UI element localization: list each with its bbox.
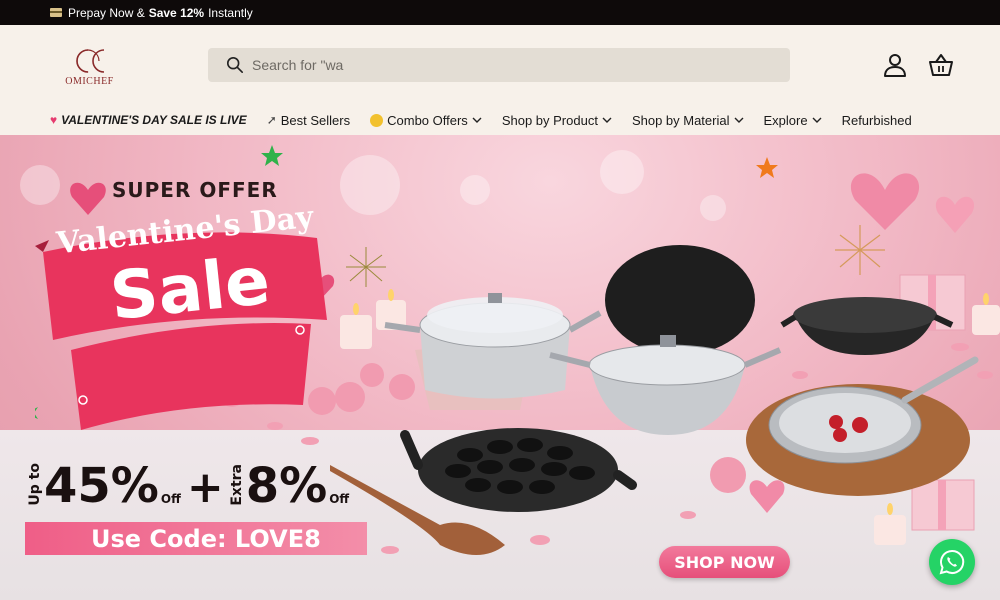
coupon-code: LOVE8 xyxy=(234,524,321,553)
search-bar[interactable] xyxy=(208,48,790,82)
nav-valentines-sale[interactable]: ♥ VALENTINE'S DAY SALE IS LIVE xyxy=(50,113,247,127)
site-header: OMICHEF xyxy=(0,25,1000,105)
extra-text: Extra xyxy=(228,464,245,506)
hero-banner[interactable]: SUPER OFFER Valentine's Day Sale Up to 4… xyxy=(0,135,1000,600)
chevron-down-icon xyxy=(602,117,612,123)
announcement-prefix: Prepay Now & xyxy=(68,5,145,20)
discount-headline: Up to 45% Off + Extra 8% Off xyxy=(27,450,350,514)
super-offer-text: SUPER OFFER xyxy=(112,178,278,202)
nav-best-sellers[interactable]: ➚ Best Sellers xyxy=(267,113,350,128)
coupon-prefix: Use Code: xyxy=(91,524,227,553)
rocket-icon: ➚ xyxy=(266,113,277,127)
nav-explore[interactable]: Explore xyxy=(764,113,822,128)
kadai-product xyxy=(549,335,782,435)
brand-logo[interactable]: OMICHEF xyxy=(62,44,117,92)
appe-pan-product xyxy=(400,428,637,512)
whatsapp-chat-button[interactable] xyxy=(929,539,975,585)
tawa-product xyxy=(605,245,755,355)
nav-label: Explore xyxy=(763,112,808,128)
credit-card-icon xyxy=(50,8,62,17)
nav-label: Shop by Material xyxy=(631,112,730,128)
nav-label: Best Sellers xyxy=(280,112,351,128)
main-nav: ♥ VALENTINE'S DAY SALE IS LIVE ➚ Best Se… xyxy=(0,105,1000,135)
logo-mark-icon xyxy=(75,49,104,73)
logo-text: OMICHEF xyxy=(65,76,114,87)
star-icon xyxy=(756,157,778,178)
announcement-bar: Prepay Now & Save 12% Instantly xyxy=(0,0,1000,25)
nav-label: VALENTINE'S DAY SALE IS LIVE xyxy=(61,113,247,127)
account-icon[interactable] xyxy=(882,52,908,78)
primary-off-text: Off xyxy=(160,492,181,506)
chevron-down-icon xyxy=(734,117,743,123)
secondary-discount: 8% xyxy=(245,458,328,514)
cart-icon[interactable] xyxy=(928,52,954,78)
nav-label: Refurbished xyxy=(841,112,912,128)
firework-decoration xyxy=(346,247,386,287)
nav-label: Combo Offers xyxy=(387,112,468,128)
star-icon xyxy=(261,145,283,166)
announcement-suffix: Instantly xyxy=(208,5,253,20)
nav-combo-offers[interactable]: Combo Offers xyxy=(370,113,482,128)
primary-discount: 45% xyxy=(44,458,159,514)
firework-decoration xyxy=(835,225,885,275)
wok-product xyxy=(780,297,954,355)
announcement-highlight: Save 12% xyxy=(148,5,205,20)
heart-icon: ♥ xyxy=(50,113,58,127)
coupon-code-bar: Use Code: LOVE8 xyxy=(25,522,367,555)
nav-shop-by-material[interactable]: Shop by Material xyxy=(632,113,744,128)
up-to-text: Up to xyxy=(27,463,43,506)
stainless-pot-product xyxy=(384,293,602,399)
heart-decoration xyxy=(935,196,975,233)
nav-label: Shop by Product xyxy=(501,112,598,128)
whatsapp-icon xyxy=(939,549,965,575)
search-input[interactable] xyxy=(252,57,752,73)
secondary-off-text: Off xyxy=(329,492,350,506)
heart-decoration xyxy=(749,480,785,513)
search-icon xyxy=(226,56,244,74)
chevron-down-icon xyxy=(812,117,822,123)
shop-now-button[interactable]: SHOP NOW xyxy=(659,546,790,578)
nav-shop-by-product[interactable]: Shop by Product xyxy=(502,113,612,128)
nav-refurbished[interactable]: Refurbished xyxy=(842,113,912,128)
chevron-down-icon xyxy=(472,117,482,123)
plus-sign: + xyxy=(186,462,224,513)
smile-icon xyxy=(370,113,384,127)
header-actions xyxy=(882,52,954,78)
heart-decoration xyxy=(850,173,920,230)
